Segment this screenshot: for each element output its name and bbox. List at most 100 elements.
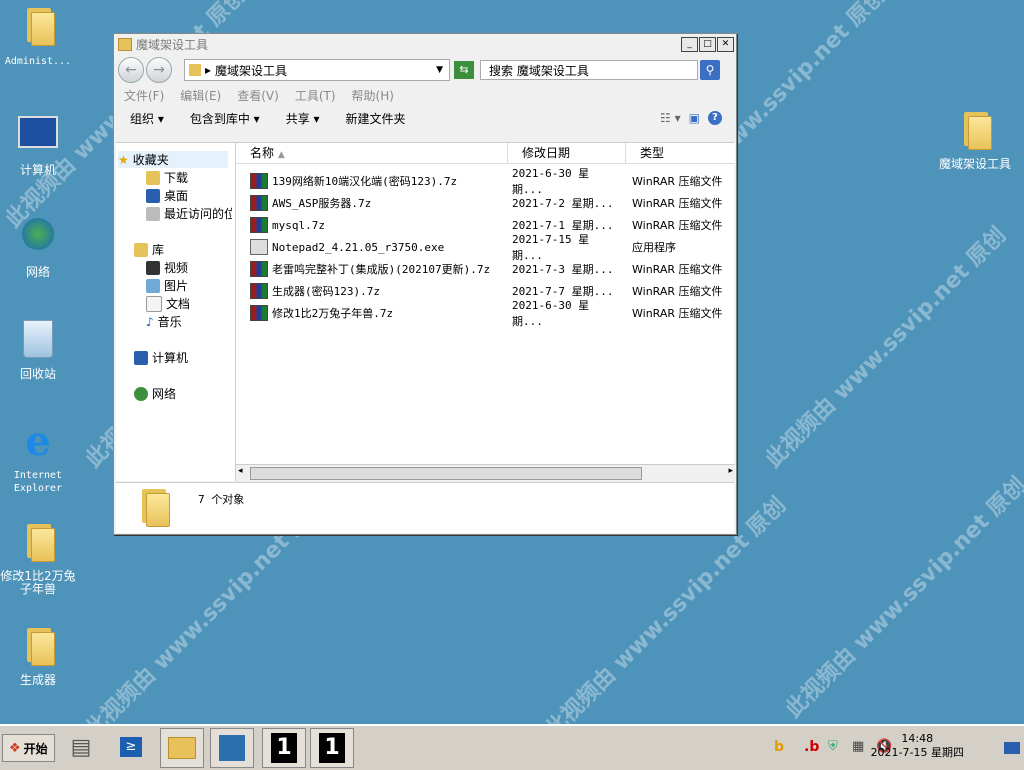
taskbar-app-one[interactable]: 1 [262, 728, 306, 768]
horizontal-scrollbar[interactable]: ◂ ▸ [236, 464, 735, 481]
music-icon: ♪ [146, 314, 154, 329]
desktop-icon-tools-folder[interactable]: 魔域架设工具 [932, 110, 1018, 171]
file-name: 139网络新10端汉化端(密码123).7z [272, 175, 458, 188]
minimize-button[interactable]: _ [681, 36, 698, 52]
clock-date: 2021-7-15 星期四 [870, 746, 964, 759]
winrar-archive-icon [250, 195, 268, 211]
nav-recent[interactable]: 最近访问的位置 [146, 205, 232, 222]
file-name: 生成器(密码123).7z [272, 285, 380, 298]
taskbar-explorer[interactable] [160, 728, 204, 768]
menu-help[interactable]: 帮助(H) [352, 87, 394, 104]
taskbar-server-manager[interactable]: ▤ [60, 728, 102, 766]
forward-button[interactable]: → [146, 57, 172, 83]
file-type: WinRAR 压缩文件 [632, 307, 723, 320]
nav-libraries[interactable]: 库 [134, 241, 164, 258]
view-options-icon[interactable]: ☷ ▾ [660, 111, 681, 125]
file-type: WinRAR 压缩文件 [632, 197, 723, 210]
new-folder-button[interactable]: 新建文件夹 [346, 110, 406, 127]
close-button[interactable]: ✕ [717, 36, 734, 52]
command-bar: 组织 ▾ 包含到库中 ▾ 共享 ▾ 新建文件夹 ☷ ▾ ▣ ? [114, 104, 736, 132]
powershell-icon: ≥ [120, 737, 142, 757]
nav-documents[interactable]: 文档 [146, 295, 190, 312]
breadcrumb[interactable]: 魔域架设工具 [215, 62, 287, 79]
desktop-icon-generator-folder[interactable]: 生成器 [0, 626, 76, 687]
nav-label: 音乐 [157, 315, 182, 329]
share-button[interactable]: 共享 ▾ [286, 110, 320, 127]
file-row[interactable]: Notepad2_4.21.05_r3750.exe 2021-7-15 星期..… [236, 233, 735, 262]
address-bar[interactable]: ▸ 魔域架设工具 ▼ [184, 59, 450, 81]
file-row[interactable]: 生成器(密码123).7z 2021-7-7 星期... WinRAR 压缩文件 [236, 280, 735, 302]
file-date: 2021-7-2 星期... [512, 197, 614, 210]
file-row[interactable]: 139网络新10端汉化端(密码123).7z 2021-6-30 星期... Win… [236, 167, 735, 196]
preview-pane-icon[interactable]: ▣ [689, 111, 700, 125]
desktop-icon-internet-explorer[interactable]: e Internet Explorer [0, 420, 76, 495]
title-bar[interactable]: 魔域架设工具 _ □ ✕ [114, 34, 736, 54]
desktop-icon-administrator[interactable]: Administ... [0, 6, 76, 68]
file-row[interactable]: 老雷鸣完整补丁(集成版)(202107更新).7z 2021-7-3 星期... W… [236, 258, 735, 280]
chevron-down-icon[interactable]: ▼ [436, 65, 443, 75]
app-b-icon[interactable]: .b [804, 739, 820, 755]
nav-videos[interactable]: 视频 [146, 259, 188, 276]
nav-pictures[interactable]: 图片 [146, 277, 188, 294]
file-name-cell: mysql.7z [236, 217, 494, 233]
taskbar-app-cubes[interactable] [210, 728, 254, 768]
desktop-icon-mod-folder[interactable]: 修改1比2万兔子年兽 [0, 522, 76, 596]
folder-icon [960, 110, 992, 150]
bing-icon[interactable]: b [774, 739, 790, 755]
desktop-icon-network[interactable]: 网络 [0, 214, 76, 279]
watermark: 此视频由 www.ssvip.net 原创 [761, 222, 1012, 473]
menu-edit[interactable]: 编辑(E) [180, 87, 221, 104]
breadcrumb-arrow[interactable]: ▸ [205, 63, 211, 77]
navigation-pane: ★收藏夹 下载 桌面 最近访问的位置 库 视频 图片 文档 ♪音乐 计算机 网络 [116, 143, 232, 481]
network-tray-icon[interactable]: ▦ [852, 739, 868, 755]
nav-computer[interactable]: 计算机 [134, 349, 188, 366]
include-in-library-button[interactable]: 包含到库中 ▾ [190, 110, 260, 127]
nav-label: 下载 [164, 171, 189, 185]
desktop-icon-label: 回收站 [19, 367, 56, 381]
show-desktop-icon[interactable] [1004, 742, 1020, 754]
start-button[interactable]: ❖ 开始 [2, 734, 55, 762]
computer-icon [18, 116, 58, 160]
file-name: 修改1比2万兔子年兽.7z [272, 307, 394, 320]
menu-file[interactable]: 文件(F) [124, 87, 164, 104]
menu-tools[interactable]: 工具(T) [295, 87, 336, 104]
folder-small-icon [118, 37, 132, 51]
scroll-right-icon[interactable]: ▸ [728, 466, 733, 476]
search-icon[interactable]: ⚲ [700, 60, 720, 80]
help-icon[interactable]: ? [708, 111, 722, 125]
column-header-type[interactable]: 类型 [626, 143, 735, 163]
scroll-left-icon[interactable]: ◂ [238, 466, 243, 476]
search-input[interactable]: 搜索 魔域架设工具 [480, 60, 698, 80]
back-button[interactable]: ← [118, 57, 144, 83]
library-icon [134, 242, 148, 257]
file-row[interactable]: AWS_ASP服务器.7z 2021-7-2 星期... WinRAR 压缩文件 [236, 192, 735, 214]
file-type: WinRAR 压缩文件 [632, 219, 723, 232]
column-header-date[interactable]: 修改日期 [508, 143, 626, 163]
clock[interactable]: 14:48 2021-7-15 星期四 [871, 732, 964, 760]
column-header-name[interactable]: 名称 ▲ [236, 143, 508, 163]
organize-button[interactable]: 组织 ▾ [130, 110, 164, 127]
server-manager-icon: ▤ [70, 734, 92, 760]
file-row[interactable]: 修改1比2万兔子年兽.7z 2021-6-30 星期... WinRAR 压缩文件 [236, 299, 735, 328]
explorer-icon [168, 737, 196, 759]
nav-downloads[interactable]: 下载 [146, 169, 188, 186]
maximize-button[interactable]: □ [699, 36, 716, 52]
item-count: 7 个对象 [198, 493, 245, 506]
scrollbar-thumb[interactable] [250, 467, 642, 480]
start-label: 开始 [23, 741, 48, 756]
nav-network[interactable]: 网络 [134, 385, 176, 402]
nav-music[interactable]: ♪ 音乐 [146, 313, 182, 330]
nav-favorites[interactable]: ★ 收藏夹 [118, 151, 228, 168]
taskbar-powershell[interactable]: ≥ [110, 728, 152, 766]
taskbar-app-one-2[interactable]: 1 [310, 728, 354, 768]
desktop-icon-recycle-bin[interactable]: 回收站 [0, 318, 76, 381]
security-icon[interactable]: ⛨ [828, 739, 844, 755]
nav-desktop[interactable]: 桌面 [146, 187, 188, 204]
file-row[interactable]: mysql.7z 2021-7-1 星期... WinRAR 压缩文件 [236, 214, 735, 236]
desktop-icon-computer[interactable]: 计算机 [0, 112, 76, 177]
nav-label: 视频 [164, 261, 189, 275]
file-type: WinRAR 压缩文件 [632, 285, 723, 298]
menu-view[interactable]: 查看(V) [237, 87, 279, 104]
refresh-icon[interactable]: ⇆ [454, 61, 474, 79]
window-title: 魔域架设工具 [136, 37, 209, 52]
